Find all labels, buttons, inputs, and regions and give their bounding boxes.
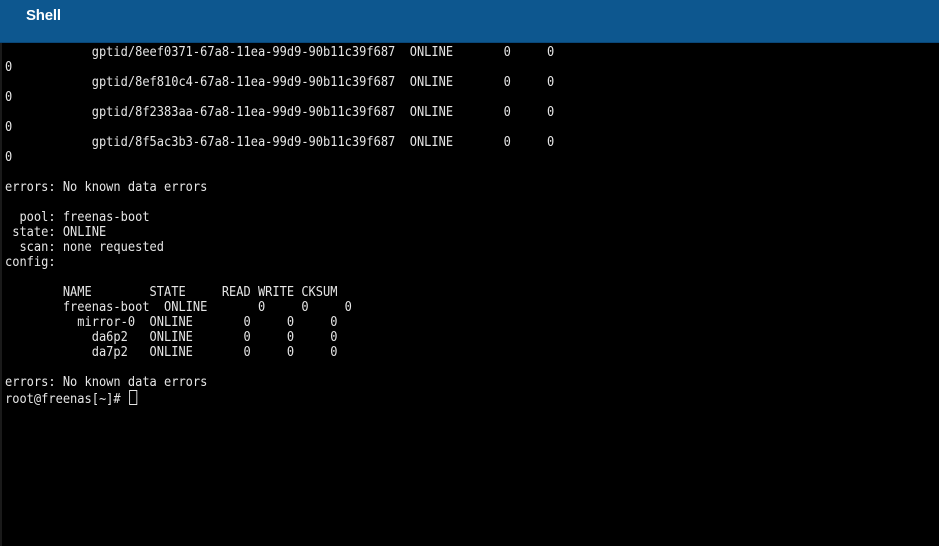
terminal-line: gptid/8f5ac3b3-67a8-11ea-99d9-90b11c39f6… (5, 135, 555, 150)
page-title: Shell (26, 7, 61, 24)
terminal-line: gptid/8eef0371-67a8-11ea-99d9-90b11c39f6… (5, 45, 555, 60)
terminal-line: scan: none requested (5, 240, 165, 255)
terminal-prompt-line[interactable]: root@freenas[~]# (5, 390, 554, 407)
terminal-line: state: ONLINE (5, 225, 107, 240)
terminal-line: da6p2 ONLINE 0 0 0 (5, 330, 338, 345)
terminal-line: 0 (5, 120, 13, 135)
terminal-line: gptid/8f2383aa-67a8-11ea-99d9-90b11c39f6… (5, 105, 555, 120)
text-cursor (128, 390, 137, 405)
terminal-line: da7p2 ONLINE 0 0 0 (5, 345, 338, 360)
terminal-line: freenas-boot ONLINE 0 0 0 (5, 300, 352, 315)
terminal-line: 0 (5, 150, 13, 165)
terminal-line: config: (5, 255, 56, 270)
terminal-line: errors: No known data errors (5, 180, 208, 195)
shell-prompt: root@freenas[~]# (5, 392, 128, 407)
terminal-output: gptid/8eef0371-67a8-11ea-99d9-90b11c39f6… (5, 45, 555, 407)
terminal-line: pool: freenas-boot (5, 210, 150, 225)
terminal-line: 0 (5, 90, 13, 105)
terminal-line: gptid/8ef810c4-67a8-11ea-99d9-90b11c39f6… (5, 75, 555, 90)
terminal-line: errors: No known data errors (5, 375, 208, 390)
top-toolbar: Shell (0, 0, 939, 43)
terminal-line: mirror-0 ONLINE 0 0 0 (5, 315, 338, 330)
terminal-panel[interactable]: gptid/8eef0371-67a8-11ea-99d9-90b11c39f6… (0, 43, 939, 546)
terminal-line: 0 (5, 60, 13, 75)
terminal-line: NAME STATE READ WRITE CKSUM (5, 285, 338, 300)
